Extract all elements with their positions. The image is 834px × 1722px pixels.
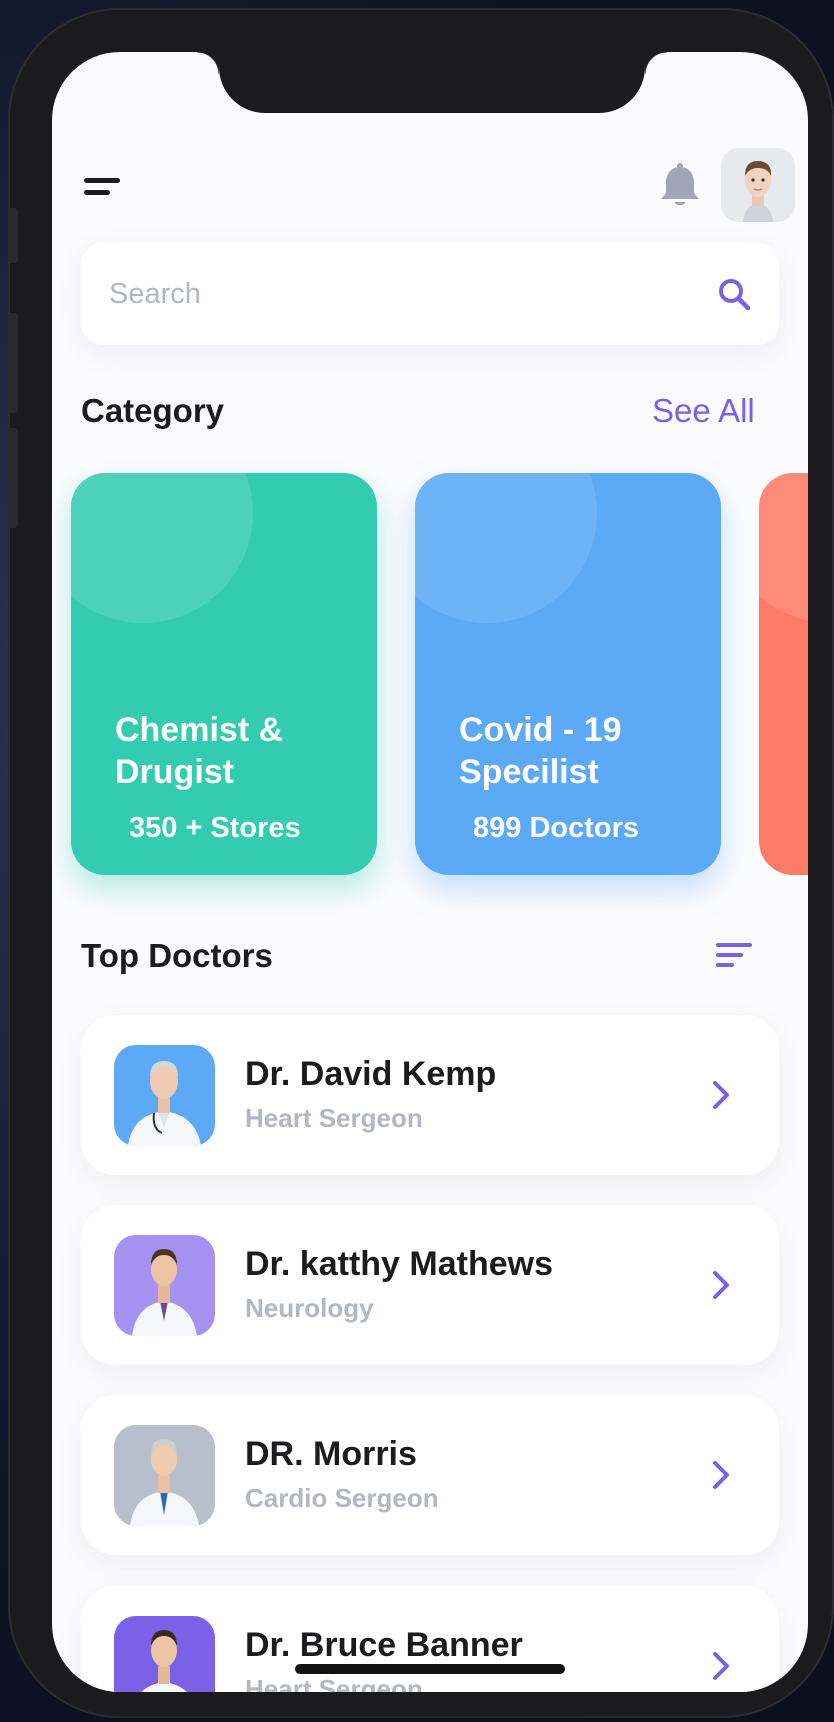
- chevron-right-icon[interactable]: [710, 1079, 732, 1111]
- phone-frame: Category See All Chemist & Drugist 350 +…: [8, 8, 834, 1718]
- user-avatar[interactable]: [721, 148, 795, 222]
- category-card-covid[interactable]: Covid - 19 Specilist 899 Doctors: [415, 473, 721, 875]
- doctor-name: Dr. David Kemp: [245, 1055, 497, 1093]
- volume-down-button: [8, 428, 18, 528]
- bell-icon[interactable]: [658, 162, 702, 210]
- search-input[interactable]: [109, 273, 669, 315]
- see-all-link[interactable]: See All: [652, 392, 755, 430]
- app-screen: Category See All Chemist & Drugist 350 +…: [52, 52, 808, 1692]
- category-card-count: 350 + Stores: [129, 812, 301, 844]
- chevron-right-icon[interactable]: [710, 1650, 732, 1682]
- doctor-photo: [114, 1425, 215, 1526]
- category-title: Category: [81, 392, 225, 429]
- doctor-photo: [114, 1616, 215, 1692]
- category-card-title: Covid - 19 Specilist: [459, 711, 622, 791]
- doctor-photo: [114, 1235, 215, 1336]
- category-card-partial[interactable]: [759, 473, 808, 875]
- doctor-specialty: Neurology: [245, 1293, 374, 1323]
- search-bar: [81, 243, 779, 345]
- category-card-count: 899 Doctors: [473, 812, 640, 844]
- decorative-circle: [759, 473, 808, 623]
- doctor-specialty: Cardio Sergeon: [245, 1483, 439, 1513]
- top-doctors-title: Top Doctors: [81, 937, 273, 974]
- doctor-card[interactable]: Dr. David Kemp Heart Sergeon: [81, 1015, 779, 1175]
- chevron-right-icon[interactable]: [710, 1269, 732, 1301]
- decorative-circle: [71, 473, 253, 623]
- menu-icon[interactable]: [84, 178, 124, 198]
- doctor-card[interactable]: Dr. katthy Mathews Neurology: [81, 1205, 779, 1365]
- mute-switch: [8, 208, 18, 263]
- doctor-card[interactable]: DR. Morris Cardio Sergeon: [81, 1395, 779, 1555]
- notch: [197, 52, 667, 113]
- doctor-photo: [114, 1045, 215, 1146]
- doctor-card[interactable]: Dr. Bruce Banner Heart Sergeon: [81, 1586, 779, 1692]
- doctor-name: Dr. katthy Mathews: [245, 1245, 553, 1283]
- category-card-chemist[interactable]: Chemist & Drugist 350 + Stores: [71, 473, 377, 875]
- doctor-name: DR. Morris: [245, 1435, 417, 1473]
- doctor-specialty: Heart Sergeon: [245, 1674, 423, 1692]
- sort-icon[interactable]: [716, 943, 754, 969]
- doctor-specialty: Heart Sergeon: [245, 1103, 423, 1133]
- volume-up-button: [8, 313, 18, 413]
- decorative-circle: [415, 473, 597, 623]
- doctor-name: Dr. Bruce Banner: [245, 1626, 523, 1664]
- home-indicator[interactable]: [295, 1664, 565, 1674]
- category-card-title: Chemist & Drugist: [115, 711, 284, 791]
- chevron-right-icon[interactable]: [710, 1459, 732, 1491]
- search-icon[interactable]: [717, 277, 751, 311]
